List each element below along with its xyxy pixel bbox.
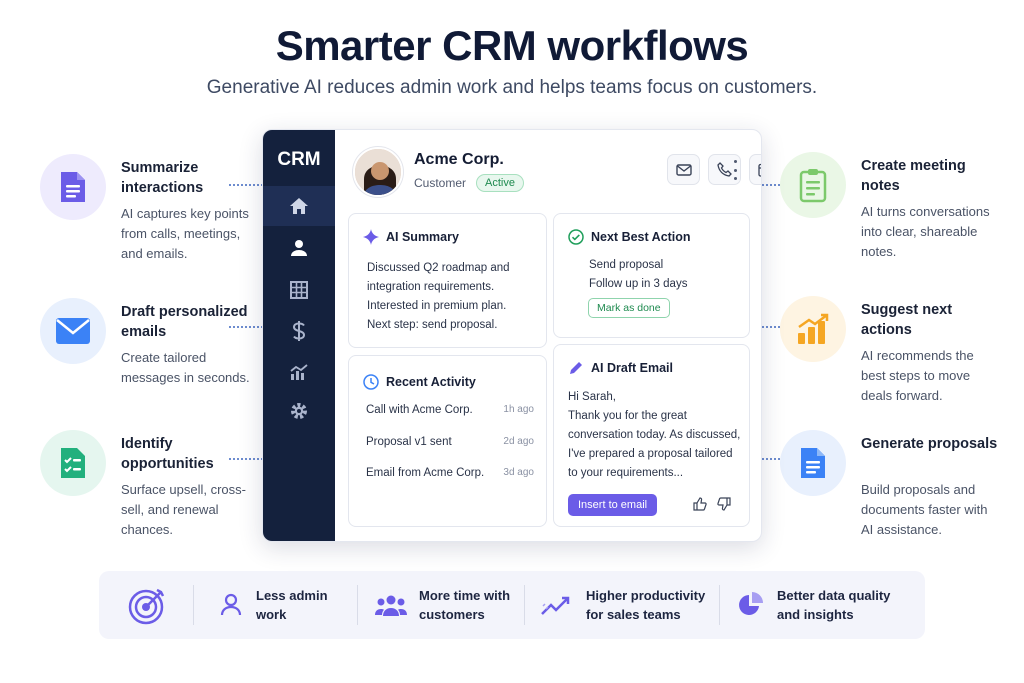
feature-desc: Create tailored messages in seconds. [121,350,250,385]
draft-text: Hi Sarah, Thank you for the great conver… [568,391,741,479]
feature-title: Identify opportunities [121,436,214,472]
ai-draft-email-card: AI Draft Email Hi Sarah, Thank you for t… [553,344,750,527]
feature-title: Draft personalized emails [121,304,248,340]
connector [229,184,263,186]
divider [357,585,358,625]
crm-window: CRM Acme Corp. Customer Active AI Summar… [262,129,762,542]
user-icon [291,240,307,256]
page-title: Smarter CRM workflows [275,22,749,69]
activity-item[interactable]: Email from Acme Corp. 3d ago [366,467,534,479]
crm-sidebar: CRM [263,130,335,541]
connector [229,458,263,460]
target-icon [127,586,167,631]
divider [193,585,194,625]
company-name: Acme Corp. [414,151,504,168]
pen-icon [567,359,585,377]
feature-desc: AI captures key points from calls, meeti… [121,206,249,261]
sparkle-icon [362,228,380,246]
phone-icon [717,162,732,177]
next-best-action-card: Next Best Action Send proposal Follow up… [553,213,750,338]
crm-logo: CRM [277,149,321,170]
grid-icon [290,281,308,299]
team-icon [375,595,407,616]
benefit-data-quality: Better data quality and insights [737,571,890,639]
feature-desc: Surface upsell, cross-sell, and renewal … [121,482,246,537]
feature-desc: AI turns conversations into clear, share… [861,204,990,259]
trend-up-icon [541,596,570,615]
feature-title: Create meeting notes [861,158,966,194]
pie-chart-icon [739,592,763,615]
settings-icon [291,403,307,419]
action-text: Send proposal Follow up in 3 days [589,259,688,290]
feature-desc: Build proposals and documents faster wit… [861,482,988,537]
card-title: Recent Activity [386,375,476,389]
calendar-icon [758,163,761,177]
connector [229,326,263,328]
email-button[interactable] [667,154,700,185]
benefit-more-time: More time with customers [375,571,510,639]
analytics-icon [290,364,308,380]
clock-icon [362,373,380,391]
feature-desc: AI recommends the best steps to move dea… [861,348,974,403]
page-subtitle: Generative AI reduces admin work and hel… [206,77,818,98]
avatar [353,147,403,197]
benefit-productivity: Higher productivity for sales teams [541,571,705,639]
nav-reports[interactable] [263,352,335,392]
checklist-icon [40,430,106,496]
thumbs-down-icon[interactable] [717,497,731,511]
ai-summary-card: AI Summary Discussed Q2 roadmap and inte… [348,213,547,348]
document-icon [40,154,106,220]
benefits-bar: Less admin work More time with customers H… [99,571,925,639]
nav-contacts[interactable] [263,228,335,268]
divider [524,585,525,625]
nav-settings[interactable] [263,391,335,431]
mail-icon [675,163,692,176]
bar-chart-icon [780,296,846,362]
benefit-less-admin: Less admin work [220,571,328,639]
feature-title: Generate proposals [861,436,998,452]
check-circle-icon [567,228,585,246]
proposal-icon [780,430,846,496]
mark-as-done-button[interactable]: Mark as done [588,298,670,318]
summary-text: Discussed Q2 roadmap and integration req… [367,262,510,331]
feature-title: Summarize interactions [121,160,204,196]
crm-header: Acme Corp. Customer Active [335,130,761,208]
more-options-icon[interactable] [731,160,739,180]
card-title: AI Summary [386,230,459,244]
nav-companies[interactable] [263,270,335,310]
home-icon [290,198,308,214]
calendar-button[interactable] [749,154,761,185]
card-title: AI Draft Email [591,361,673,375]
user-outline-icon [220,593,242,616]
activity-item[interactable]: Proposal v1 sent 2d ago [366,436,534,448]
dollar-icon [292,321,306,341]
nav-home[interactable] [263,186,335,226]
nav-deals[interactable] [263,311,335,351]
customer-type: Customer [414,176,467,190]
card-title: Next Best Action [591,230,691,244]
recent-activity-card: Recent Activity Call with Acme Corp. 1h a… [348,355,547,527]
divider [719,585,720,625]
feature-title: Suggest next actions [861,302,953,338]
status-badge: Active [476,174,524,192]
insert-to-email-button[interactable]: Insert to email [568,494,658,516]
activity-item[interactable]: Call with Acme Corp. 1h ago [366,404,534,416]
thumbs-up-icon[interactable] [693,497,707,511]
mail-icon [40,298,106,364]
clipboard-icon [780,152,846,218]
